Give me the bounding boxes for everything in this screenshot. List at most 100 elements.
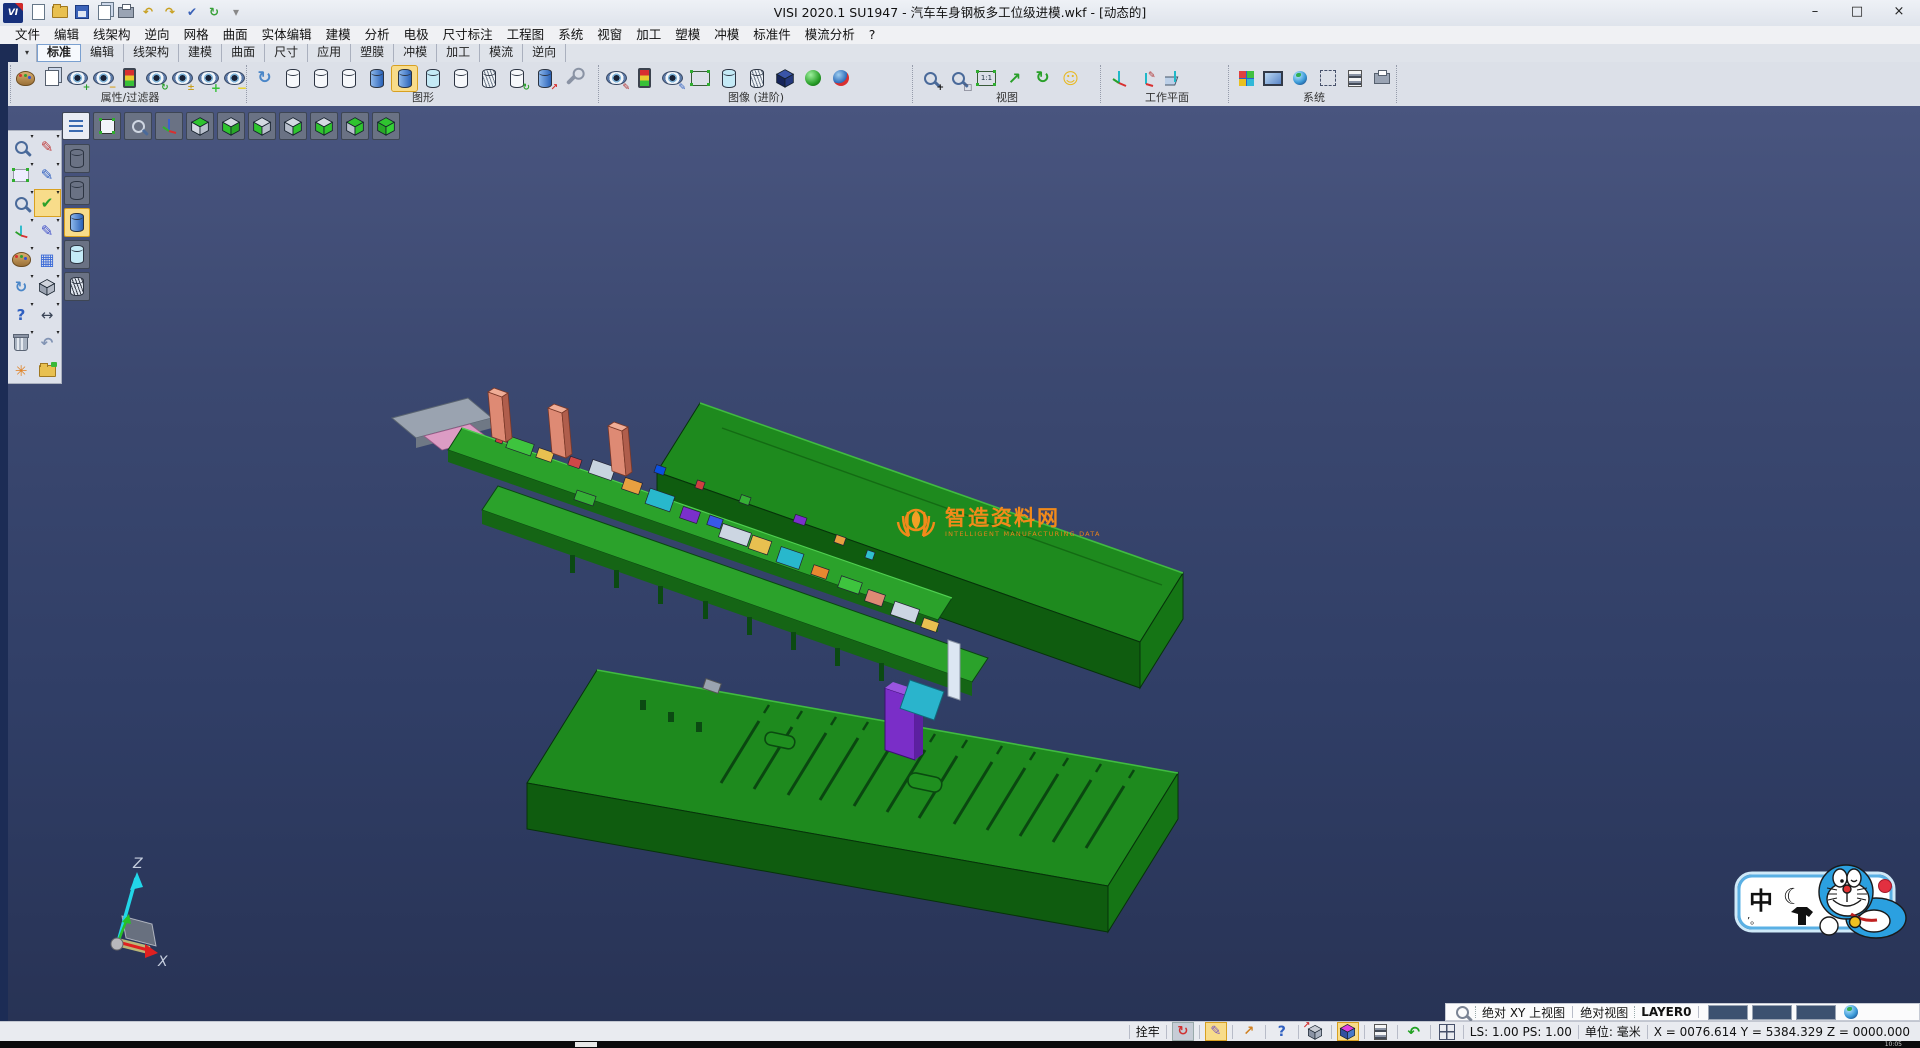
documents-icon[interactable] <box>40 66 63 91</box>
tab-machining[interactable]: 加工 <box>437 44 480 62</box>
maximize-button[interactable]: □ <box>1836 0 1878 26</box>
render-frame-icon[interactable] <box>688 66 713 91</box>
copy-pages-icon[interactable] <box>96 4 112 20</box>
view-smiley-icon[interactable]: ☺ <box>1058 66 1083 91</box>
grid-quad-icon[interactable] <box>1437 1023 1457 1040</box>
layer-color-bar[interactable] <box>1753 1006 1791 1019</box>
menu-item[interactable]: 模流分析 <box>798 26 862 44</box>
more-commands-icon[interactable]: ▾ <box>228 4 244 20</box>
visi-app-icon[interactable]: VI <box>3 3 23 23</box>
menu-item[interactable]: 工程图 <box>500 26 552 44</box>
tab-die[interactable]: 冲模 <box>394 44 437 62</box>
touch-cube-icon[interactable]: ↗ <box>1239 1023 1259 1040</box>
undo-icon[interactable]: ↶ <box>140 4 156 20</box>
eye-remove-icon[interactable]: − <box>92 66 115 91</box>
tab-dimension[interactable]: 尺寸 <box>265 44 308 62</box>
menu-item[interactable]: 冲模 <box>707 26 746 44</box>
taskbar-app-indicator[interactable] <box>575 1042 597 1047</box>
undo-icon[interactable]: ↶▾ <box>35 330 60 356</box>
cube-shaded-icon[interactable] <box>772 66 797 91</box>
help-icon[interactable]: ? <box>1272 1023 1292 1040</box>
hide-minus-icon[interactable]: − <box>223 66 246 91</box>
menu-item[interactable]: 加工 <box>629 26 668 44</box>
search-icon[interactable] <box>1456 1006 1469 1019</box>
redo-icon[interactable]: ↷ <box>162 4 178 20</box>
earth-icon[interactable] <box>1288 66 1312 91</box>
render-palette-icon[interactable]: ▾ <box>9 246 34 272</box>
eye-refresh-icon[interactable]: ↻ <box>145 66 168 91</box>
menu-item[interactable]: 实体编辑 <box>255 26 319 44</box>
tab-flow[interactable]: 模流 <box>480 44 523 62</box>
layer-color-bar[interactable] <box>1709 1006 1747 1019</box>
show-plus-icon[interactable]: + <box>197 66 220 91</box>
refresh-icon[interactable]: ↻ <box>252 66 277 91</box>
eye-pencil-icon[interactable]: ✎ <box>660 66 685 91</box>
sphere-green-icon[interactable] <box>800 66 825 91</box>
layer-color-bar[interactable] <box>1797 1006 1835 1019</box>
refresh-rotate-icon[interactable]: ↻▾ <box>9 274 34 300</box>
new-document-icon[interactable] <box>30 4 46 20</box>
undo-rotate-icon[interactable]: ↶ <box>1404 1023 1424 1040</box>
tab-modeling[interactable]: 建模 <box>179 44 222 62</box>
tab-surface[interactable]: 曲面 <box>222 44 265 62</box>
traffic-light-icon[interactable] <box>632 66 657 91</box>
view-front-icon[interactable] <box>248 112 276 140</box>
cylinder-icon[interactable] <box>716 66 741 91</box>
menu-item[interactable]: 尺寸标注 <box>436 26 500 44</box>
cylinder-white-icon[interactable] <box>448 66 473 91</box>
eye-pencil-icon[interactable]: ✎ <box>604 66 629 91</box>
cylinder-wireframe-icon[interactable] <box>64 144 90 173</box>
window-grid-icon[interactable]: ▦▾ <box>35 246 60 272</box>
tab-application[interactable]: 应用 <box>308 44 351 62</box>
workplane-axis-icon[interactable]: ▾ <box>9 218 34 244</box>
view-bottom-icon[interactable] <box>217 112 245 140</box>
toolbar-dropdown-icon[interactable]: ▾ <box>18 44 37 62</box>
menu-item[interactable]: 线架构 <box>86 26 138 44</box>
cylinder-mesh-icon[interactable] <box>476 66 501 91</box>
menu-item[interactable]: 视窗 <box>590 26 629 44</box>
layer-stripes-icon[interactable] <box>1343 66 1367 91</box>
close-button[interactable]: × <box>1878 0 1920 26</box>
active-layer-label[interactable]: LAYER0 <box>1641 1005 1691 1019</box>
view-top-icon[interactable] <box>186 112 214 140</box>
cube-top-highlight-icon[interactable] <box>1338 1023 1358 1040</box>
menu-list-icon[interactable] <box>62 112 90 140</box>
viewport-3d[interactable]: Z X ▾ <box>8 106 1920 1021</box>
ime-language-indicator[interactable]: 中 <box>1749 887 1773 915</box>
compass-wheel-icon[interactable]: ✳ <box>9 358 34 384</box>
open-file-icon[interactable] <box>52 4 68 20</box>
view-mode-label[interactable]: 绝对 XY 上视图 <box>1482 1004 1565 1021</box>
zoom-plus-icon[interactable]: ▾ <box>9 190 34 216</box>
menu-item[interactable]: 标准件 <box>746 26 798 44</box>
menu-item[interactable]: 编辑 <box>47 26 86 44</box>
color-grid-icon[interactable] <box>1234 66 1258 91</box>
cylinder-shaded-edges-icon[interactable] <box>64 240 90 269</box>
ime-punctuation-icon[interactable]: ’。 <box>1747 916 1760 927</box>
tab-standard[interactable]: 标准 <box>37 44 81 62</box>
tab-wireframe[interactable]: 线架构 <box>124 44 179 62</box>
frame-select-icon[interactable]: ▾ <box>9 162 34 188</box>
cylinder-shaded-icon[interactable] <box>364 66 389 91</box>
menu-item[interactable]: 网格 <box>177 26 216 44</box>
menu-item[interactable]: 分析 <box>358 26 397 44</box>
layer-stripes-icon[interactable] <box>1371 1023 1391 1040</box>
cylinder-transparent-icon[interactable] <box>420 66 445 91</box>
workplane-axis-icon[interactable] <box>1106 66 1131 91</box>
eye-plusminus-icon[interactable]: ± <box>171 66 194 91</box>
minimize-button[interactable]: – <box>1794 0 1836 26</box>
menu-item[interactable]: 系统 <box>551 26 590 44</box>
selection-frame-icon[interactable] <box>1316 66 1340 91</box>
print-icon[interactable] <box>118 4 134 20</box>
refresh-red-icon[interactable]: ↻ <box>1173 1023 1193 1040</box>
zoom-select-icon[interactable]: ▾ <box>9 134 34 160</box>
cylinder-mesh-icon[interactable] <box>64 272 90 301</box>
view-iso-icon[interactable] <box>372 112 400 140</box>
cylinder-hidden-line-icon[interactable] <box>64 176 90 205</box>
help-icon[interactable]: ?▾ <box>9 302 34 328</box>
cylinder-wireframe-icon[interactable] <box>308 66 333 91</box>
folder-import-icon[interactable] <box>35 358 60 384</box>
os-taskbar[interactable]: 10:05 <box>0 1041 1920 1048</box>
edit-delete-pencil-icon[interactable]: ✎▾ <box>35 134 60 160</box>
wrench-icon[interactable] <box>560 66 585 91</box>
globe-icon[interactable] <box>1844 1005 1858 1019</box>
